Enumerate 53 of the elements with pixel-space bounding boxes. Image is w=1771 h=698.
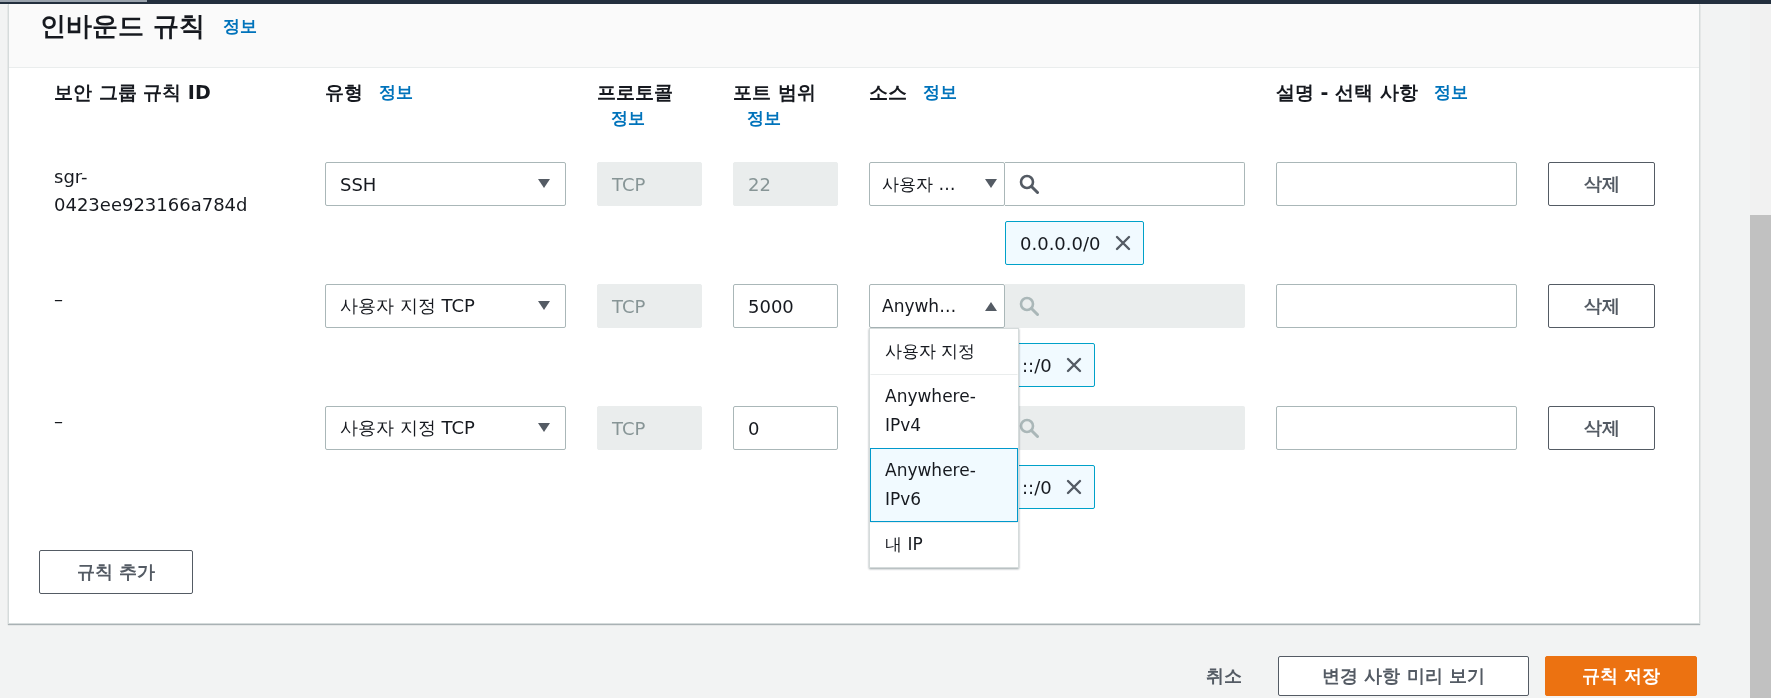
- protocol-field: TCP: [597, 284, 702, 328]
- search-icon: [1019, 174, 1039, 194]
- preview-changes-button[interactable]: 변경 사항 미리 보기: [1278, 656, 1529, 696]
- dropdown-option[interactable]: 내 IP: [870, 522, 1018, 567]
- close-icon: [1114, 235, 1131, 251]
- type-dropdown[interactable]: 사용자 지정 TCP: [325, 406, 566, 450]
- column-header: 유형: [325, 80, 363, 104]
- type-dropdown[interactable]: SSH: [325, 162, 566, 206]
- info-link[interactable]: 정보: [611, 106, 645, 130]
- token-label: ::/0: [1022, 476, 1052, 498]
- delete-button[interactable]: 삭제: [1548, 284, 1655, 328]
- search-field[interactable]: [1005, 162, 1245, 206]
- type-dropdown[interactable]: 사용자 지정 TCP: [325, 284, 566, 328]
- port-field[interactable]: 5000: [733, 284, 838, 328]
- section-title: 인바운드 규칙: [40, 10, 206, 42]
- delete-button[interactable]: 삭제: [1548, 162, 1655, 206]
- port-field: 22: [733, 162, 838, 206]
- rule-id: –: [54, 409, 64, 433]
- token-label: 0.0.0.0/0: [1020, 232, 1101, 254]
- scrollbar-thumb[interactable]: [1750, 215, 1771, 698]
- dropdown-option[interactable]: 사용자 지정: [870, 329, 1018, 374]
- port-field[interactable]: 0: [733, 406, 838, 450]
- cancel-button[interactable]: 취소: [1186, 656, 1262, 696]
- caret-icon: [537, 423, 551, 433]
- source-dropdown[interactable]: Anywh…: [869, 284, 1005, 328]
- description-field[interactable]: [1276, 284, 1517, 328]
- column-header: 보안 그룹 규칙 ID: [54, 80, 211, 104]
- column-header: 포트 범위: [733, 80, 816, 104]
- rule-id: sgr-0423ee923166a784d: [54, 165, 249, 217]
- info-link[interactable]: 정보: [1433, 80, 1468, 104]
- delete-button[interactable]: 삭제: [1548, 406, 1655, 450]
- dropdown-option[interactable]: Anywhere-IPv6: [870, 448, 1018, 522]
- close-icon: [1065, 357, 1082, 373]
- column-header: 설명 - 선택 사항: [1276, 80, 1418, 104]
- column-header: 프로토콜: [597, 80, 673, 104]
- add-rule-button[interactable]: 규칙 추가: [39, 550, 193, 594]
- source-dropdown[interactable]: 사용자 …: [869, 162, 1005, 206]
- info-link[interactable]: 정보: [923, 80, 957, 104]
- protocol-field: TCP: [597, 406, 702, 450]
- rule-id: –: [54, 287, 64, 311]
- protocol-field: TCP: [597, 162, 702, 206]
- caret-icon: [537, 301, 551, 311]
- close-icon: [1065, 479, 1082, 495]
- token-label: ::/0: [1022, 354, 1052, 376]
- search-icon: [1019, 296, 1039, 316]
- description-field[interactable]: [1276, 162, 1517, 206]
- info-link[interactable]: 정보: [747, 106, 781, 130]
- description-field[interactable]: [1276, 406, 1517, 450]
- info-link[interactable]: 정보: [223, 10, 258, 42]
- info-link[interactable]: 정보: [379, 80, 413, 104]
- caret-icon: [537, 179, 551, 189]
- column-header: 소스: [869, 80, 907, 104]
- search-icon: [1019, 418, 1039, 438]
